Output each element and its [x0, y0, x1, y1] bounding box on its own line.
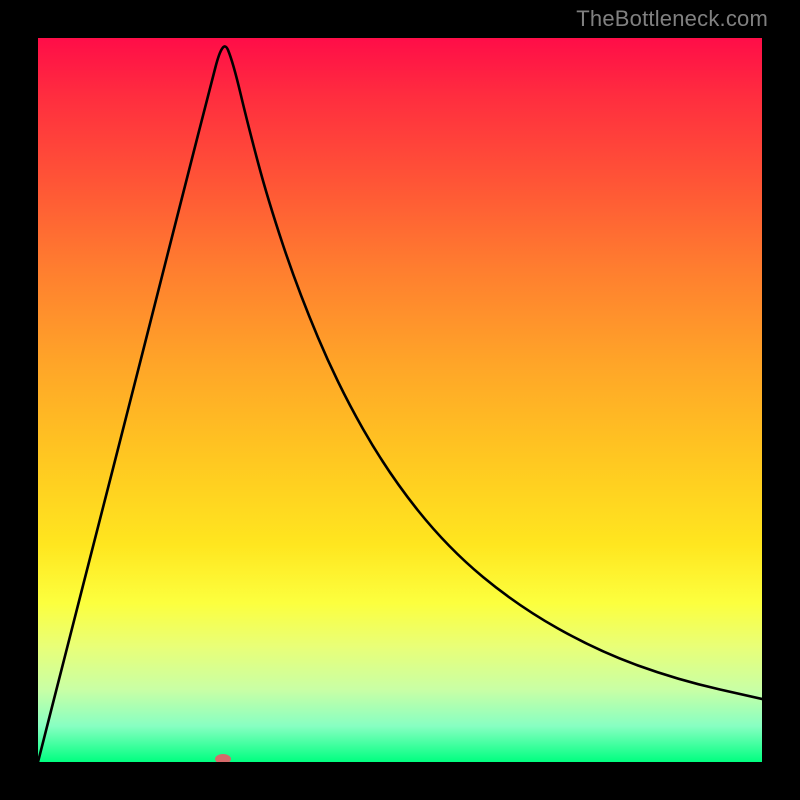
bottleneck-curve: [38, 46, 762, 762]
plot-area: [38, 38, 762, 762]
watermark-text: TheBottleneck.com: [576, 6, 768, 32]
chart-frame: TheBottleneck.com: [0, 0, 800, 800]
minimum-marker: [215, 754, 231, 762]
bottleneck-curve-svg: [38, 38, 762, 762]
